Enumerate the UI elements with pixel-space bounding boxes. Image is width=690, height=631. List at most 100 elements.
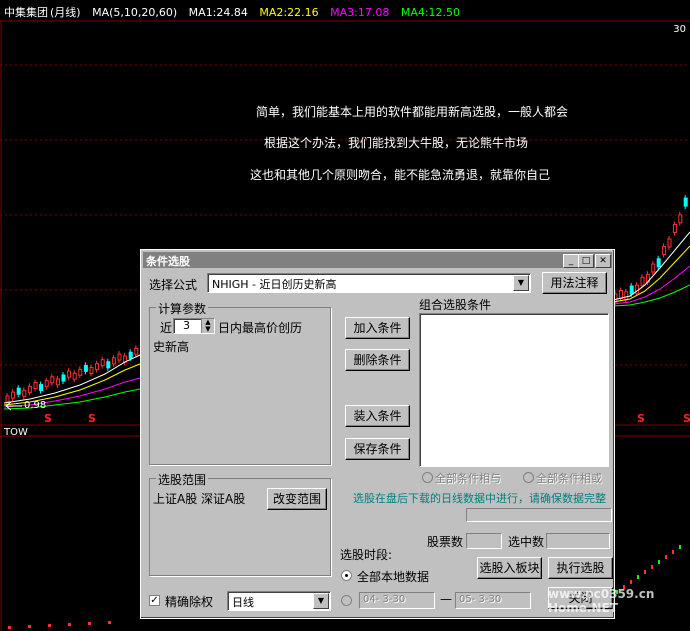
close-icon: ✕ <box>599 256 607 266</box>
date-from-field[interactable]: 04- 3-30 <box>359 592 435 609</box>
signal-s-marker: S <box>637 412 645 425</box>
combo-conditions-list[interactable] <box>419 313 609 467</box>
stock-range-title: 选股范围 <box>156 471 209 488</box>
candle <box>72 372 77 380</box>
ma4-value: MA4:12.50 <box>400 6 461 19</box>
condition-stock-dialog: 条件选股 _ □ ✕ 选择公式 NHIGH - 近日创历史新高 ▼ 用法注释 计… <box>140 249 615 619</box>
indicator-bar <box>630 580 632 584</box>
ma-line-2-left <box>3 363 141 406</box>
candle <box>67 370 72 378</box>
candle <box>672 223 677 233</box>
param-days-value: 3 <box>183 319 190 332</box>
candle <box>651 263 656 273</box>
save-condition-button[interactable]: 保存条件 <box>345 438 410 460</box>
chevron-down-icon[interactable]: ▼ <box>513 275 529 291</box>
watermark: www.pc0359.cn Home.NET <box>548 587 655 615</box>
stock-range-value: 上证A股 深证A股 <box>153 492 246 506</box>
radio-all-or-label: 全部条件相或 <box>536 472 602 485</box>
progress-bar <box>466 508 612 522</box>
exact-rights-label: 精确除权 <box>165 595 214 609</box>
period-label: (月线) <box>50 6 81 19</box>
indicator-bar <box>48 624 51 627</box>
radio-date-range[interactable] <box>341 595 352 606</box>
indicator-bar <box>88 622 91 625</box>
candle <box>78 368 83 376</box>
candle <box>100 359 105 367</box>
candle <box>89 367 94 374</box>
candle <box>50 376 55 384</box>
stock-range-group: 选股范围 上证A股 深证A股 改变范围 <box>149 471 331 576</box>
candle <box>683 197 688 207</box>
dialog-titlebar[interactable]: 条件选股 _ □ ✕ <box>143 252 612 268</box>
ma1-value: MA1:24.84 <box>188 6 248 19</box>
period-range-label: 选股时段: <box>340 548 393 562</box>
minimize-button[interactable]: _ <box>563 254 579 268</box>
stock-count-value <box>466 533 502 549</box>
candle <box>11 391 16 399</box>
stock-name: 中集集团 <box>4 6 48 19</box>
ma3-value: MA3:17.08 <box>330 6 390 19</box>
indicator-bar <box>658 560 660 564</box>
axis-top-value: 30 <box>673 24 686 35</box>
indicator-bar <box>28 625 31 628</box>
indicator-bar <box>651 565 653 569</box>
radio-all-or[interactable] <box>523 472 534 483</box>
maximize-button[interactable]: □ <box>578 254 594 268</box>
message-line-1: 简单，我们能基本上用的软件都能用新高选股，一般人都会 <box>256 105 569 119</box>
indicator-bar <box>108 621 111 624</box>
close-window-button[interactable]: ✕ <box>595 254 611 268</box>
candle <box>5 395 10 403</box>
candle <box>629 285 634 295</box>
cycle-select[interactable]: 日线 ▼ <box>227 591 331 611</box>
execute-selection-button[interactable]: 执行选股 <box>548 557 613 579</box>
change-range-button[interactable]: 改变范围 <box>267 488 327 510</box>
formula-select[interactable]: NHIGH - 近日创历史新高 ▼ <box>207 273 531 293</box>
candle <box>624 291 629 301</box>
ma-params: MA(5,10,20,60) <box>92 6 178 19</box>
candle <box>640 276 645 286</box>
candlesticks-left <box>5 345 139 405</box>
signal-s-marker: S <box>44 412 52 425</box>
data-note: 选股在盘后下载的日线数据中进行，请确保数据完整 <box>353 492 606 505</box>
chart-header: 中集集团 (月线) MA(5,10,20,60) MA1:24.84 MA2:22… <box>4 4 468 20</box>
signal-s-marker: S <box>683 412 690 425</box>
candle <box>128 351 133 359</box>
candle <box>33 382 38 389</box>
chevron-down-icon[interactable]: ▼ <box>313 593 329 609</box>
spin-icon[interactable]: ▲ ▼ <box>201 319 214 333</box>
candle <box>95 363 100 371</box>
candle <box>667 238 672 248</box>
candle <box>678 214 683 224</box>
add-condition-button[interactable]: 加入条件 <box>345 317 410 339</box>
to-board-button[interactable]: 选股入板块 <box>477 557 542 579</box>
selected-count-value <box>546 533 610 549</box>
candle <box>39 384 44 392</box>
indicator-bar <box>8 626 11 629</box>
indicator-bar <box>672 550 674 554</box>
param-days-stepper[interactable]: 3 ▲ ▼ <box>173 318 215 334</box>
date-to-value: 05- 3-30 <box>459 594 502 605</box>
exact-rights-checkbox[interactable]: ✓ <box>149 595 160 606</box>
usage-notes-button[interactable]: 用法注释 <box>542 272 607 294</box>
minimize-icon: _ <box>568 256 574 266</box>
cycle-value: 日线 <box>232 596 254 609</box>
signal-s-marker: S <box>88 412 96 425</box>
dialog-title: 条件选股 <box>146 255 190 268</box>
load-condition-button[interactable]: 装入条件 <box>345 405 410 427</box>
radio-all-and[interactable] <box>422 472 433 483</box>
indicator-bar <box>665 555 667 559</box>
low-price-label: 0.98 <box>24 400 47 411</box>
indicator-label: TOW <box>4 427 28 438</box>
param-suffix-1: 日内最高价创历 <box>218 321 303 335</box>
message-line-3: 这也和其他几个原则吻合，能不能急流勇退，就靠你自己 <box>250 168 551 182</box>
delete-condition-button[interactable]: 删除条件 <box>345 349 410 371</box>
date-to-field[interactable]: 05- 3-30 <box>455 592 531 609</box>
param-suffix-2: 史新高 <box>153 340 190 354</box>
candle <box>83 364 88 372</box>
candle <box>618 289 623 299</box>
candle <box>22 389 27 397</box>
radio-all-local-data[interactable] <box>341 570 352 581</box>
candle <box>106 361 111 369</box>
indicator-bar <box>637 575 639 579</box>
candle <box>111 357 116 365</box>
